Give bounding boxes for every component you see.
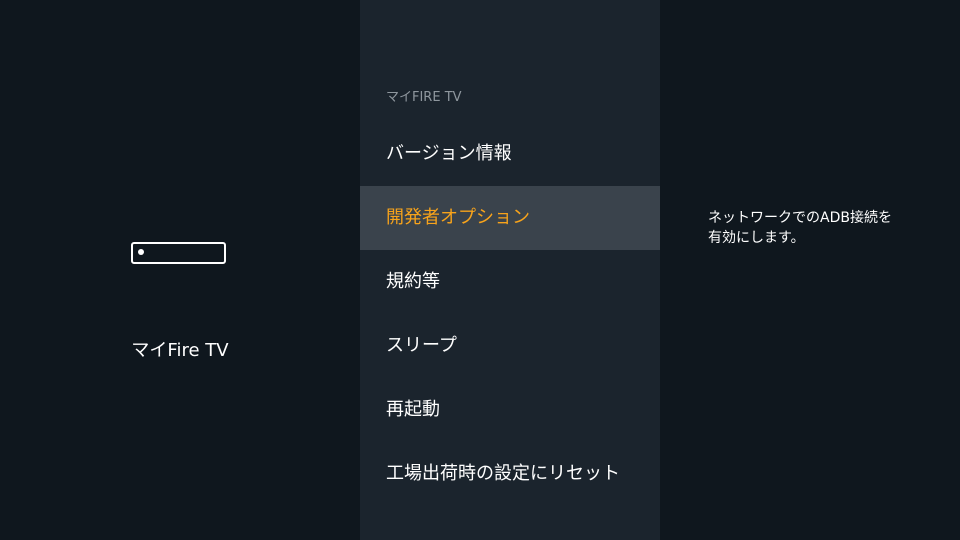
fire-tv-settings-screen: マイFire TV マイFIRE TV バージョン情報 開発者オプション 規約等… — [0, 0, 960, 540]
settings-menu: マイFIRE TV バージョン情報 開発者オプション 規約等 スリープ 再起動 … — [360, 0, 660, 540]
menu-item-restart[interactable]: 再起動 — [360, 378, 660, 442]
menu-section-header: マイFIRE TV — [386, 90, 462, 105]
device-title: マイFire TV — [131, 340, 229, 361]
menu-item-factory-reset[interactable]: 工場出荷時の設定にリセット — [360, 442, 660, 506]
description-line-2: 有効にします。 — [708, 230, 805, 246]
detail-panel: ネットワークでのADB接続を 有効にします。 — [660, 0, 960, 540]
description-line-1: ネットワークでのADB接続を — [708, 210, 892, 226]
menu-item-terms[interactable]: 規約等 — [360, 250, 660, 314]
option-description: ネットワークでのADB接続を 有効にします。 — [708, 208, 938, 248]
menu-item-version-info[interactable]: バージョン情報 — [360, 122, 660, 186]
menu-item-developer-options[interactable]: 開発者オプション — [360, 186, 660, 250]
device-panel: マイFire TV — [0, 0, 360, 540]
fire-tv-stick-icon — [131, 242, 226, 264]
menu-item-sleep[interactable]: スリープ — [360, 314, 660, 378]
device-led-dot — [138, 249, 144, 255]
